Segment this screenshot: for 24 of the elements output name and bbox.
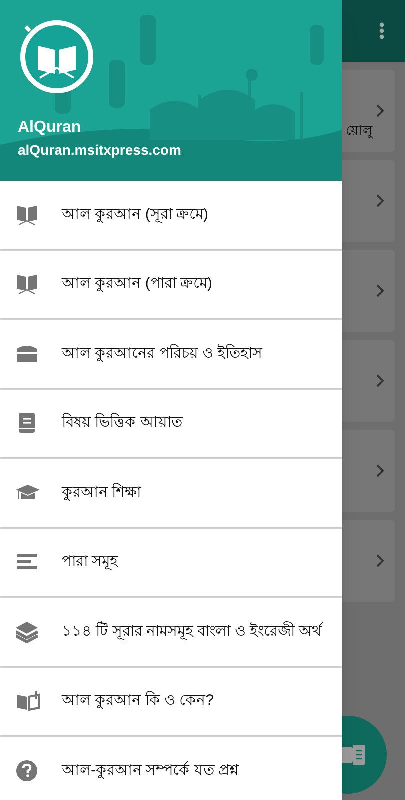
menu-item[interactable]: আল কুরআনের পরিচয় ও ইতিহাস [0,320,342,388]
chevron-right-icon [376,554,385,568]
menu-item[interactable]: ১১৪ টি সূরার নামসমূহ বাংলা ও ইংরেজী অর্থ [0,598,342,666]
chevron-right-icon [376,284,385,298]
menu-item[interactable]: আল কুরআন কি ও কেন? [0,668,342,735]
book-icon [16,273,40,296]
chevron-right-icon [376,464,385,478]
book-icon [16,204,40,226]
menu-item[interactable]: আল কুরআন (পারা ক্রমে) [0,250,342,318]
book-icon [341,745,367,765]
chevron-right-icon [376,104,385,118]
layers-icon [16,620,40,643]
website-address: alQuran.msitxpress.com [18,141,182,160]
help-icon [16,760,40,782]
menu-item[interactable]: বিষয় ভিত্তিক আয়াত [0,390,342,457]
menu-item[interactable]: পারা সমূহ [0,528,342,596]
card-text: য়োলু [346,122,373,141]
menu-item[interactable]: আল কুরআন (সূরা ক্রমে) [0,181,342,248]
menu-item[interactable]: কুরআন শিক্ষা [0,459,342,526]
chevron-right-icon [376,374,385,388]
chevron-right-icon [376,194,385,208]
menu-item[interactable]: আল-কুরআন সম্পর্কে যত প্রশ্ন [0,737,342,800]
more-options-icon[interactable] [379,22,385,40]
app-name: AlQuran [18,118,82,138]
